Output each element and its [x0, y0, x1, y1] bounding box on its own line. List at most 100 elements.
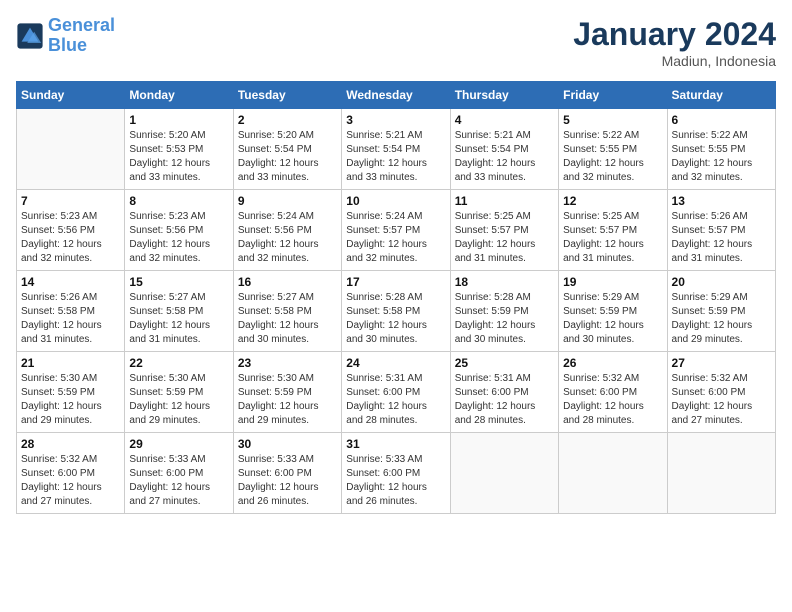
day-detail: Sunrise: 5:33 AM Sunset: 6:00 PM Dayligh… [346, 453, 445, 509]
day-detail: Sunrise: 5:26 AM Sunset: 5:58 PM Dayligh… [21, 291, 120, 347]
calendar-cell: 25Sunrise: 5:31 AM Sunset: 6:00 PM Dayli… [450, 352, 558, 433]
calendar-cell: 18Sunrise: 5:28 AM Sunset: 5:59 PM Dayli… [450, 271, 558, 352]
day-number: 24 [346, 356, 445, 370]
month-title: January 2024 [573, 16, 776, 53]
day-number: 4 [455, 113, 554, 127]
calendar-cell: 5 Sunrise: 5:22 AM Sunset: 5:55 PM Daylig… [559, 109, 667, 190]
day-number: 30 [238, 437, 337, 451]
calendar-cell: 7 Sunrise: 5:23 AM Sunset: 5:56 PM Daylig… [17, 190, 125, 271]
calendar-cell [667, 433, 775, 514]
day-header-tuesday: Tuesday [233, 82, 341, 109]
calendar-cell: 15 Sunrise: 5:27 AM Sunset: 5:58 PM Dayli… [125, 271, 233, 352]
calendar-cell: 22 Sunrise: 5:30 AM Sunset: 5:59 PM Dayli… [125, 352, 233, 433]
calendar-cell [559, 433, 667, 514]
day-number: 21 [21, 356, 120, 370]
calendar-cell: 17 Sunrise: 5:28 AM Sunset: 5:58 PM Dayli… [342, 271, 450, 352]
calendar-header-row: SundayMondayTuesdayWednesdayThursdayFrid… [17, 82, 776, 109]
day-detail: Sunrise: 5:20 AM Sunset: 5:54 PM Dayligh… [238, 129, 337, 185]
day-number: 5 [563, 113, 662, 127]
title-block: January 2024 Madiun, Indonesia [573, 16, 776, 69]
calendar-cell: 26 Sunrise: 5:32 AM Sunset: 6:00 PM Dayli… [559, 352, 667, 433]
day-detail: Sunrise: 5:22 AM Sunset: 5:55 PM Dayligh… [563, 129, 662, 185]
day-detail: Sunrise: 5:30 AM Sunset: 5:59 PM Dayligh… [238, 372, 337, 428]
day-detail: Sunrise: 5:32 AM Sunset: 6:00 PM Dayligh… [672, 372, 771, 428]
calendar-cell: 14 Sunrise: 5:26 AM Sunset: 5:58 PM Dayli… [17, 271, 125, 352]
day-header-thursday: Thursday [450, 82, 558, 109]
week-row-4: 21 Sunrise: 5:30 AM Sunset: 5:59 PM Dayli… [17, 352, 776, 433]
day-detail: Sunrise: 5:27 AM Sunset: 5:58 PM Dayligh… [129, 291, 228, 347]
day-detail: Sunrise: 5:22 AM Sunset: 5:55 PM Dayligh… [672, 129, 771, 185]
day-detail: Sunrise: 5:31 AM Sunset: 6:00 PM Dayligh… [346, 372, 445, 428]
day-detail: Sunrise: 5:33 AM Sunset: 6:00 PM Dayligh… [238, 453, 337, 509]
calendar-cell: 16 Sunrise: 5:27 AM Sunset: 5:58 PM Dayli… [233, 271, 341, 352]
day-number: 14 [21, 275, 120, 289]
day-number: 28 [21, 437, 120, 451]
page-header: General Blue January 2024 Madiun, Indone… [16, 16, 776, 69]
week-row-3: 14 Sunrise: 5:26 AM Sunset: 5:58 PM Dayli… [17, 271, 776, 352]
logo-text: General Blue [48, 16, 115, 56]
calendar-table: SundayMondayTuesdayWednesdayThursdayFrid… [16, 81, 776, 514]
calendar-cell: 20 Sunrise: 5:29 AM Sunset: 5:59 PM Dayli… [667, 271, 775, 352]
calendar-cell [450, 433, 558, 514]
day-detail: Sunrise: 5:23 AM Sunset: 5:56 PM Dayligh… [21, 210, 120, 266]
calendar-cell [17, 109, 125, 190]
day-detail: Sunrise: 5:23 AM Sunset: 5:56 PM Dayligh… [129, 210, 228, 266]
day-number: 17 [346, 275, 445, 289]
day-detail: Sunrise: 5:32 AM Sunset: 6:00 PM Dayligh… [21, 453, 120, 509]
day-number: 3 [346, 113, 445, 127]
logo-icon [16, 22, 44, 50]
day-number: 13 [672, 194, 771, 208]
day-detail: Sunrise: 5:24 AM Sunset: 5:56 PM Dayligh… [238, 210, 337, 266]
day-number: 7 [21, 194, 120, 208]
calendar-cell: 24 Sunrise: 5:31 AM Sunset: 6:00 PM Dayli… [342, 352, 450, 433]
day-number: 16 [238, 275, 337, 289]
day-detail: Sunrise: 5:33 AM Sunset: 6:00 PM Dayligh… [129, 453, 228, 509]
day-header-sunday: Sunday [17, 82, 125, 109]
day-header-wednesday: Wednesday [342, 82, 450, 109]
day-detail: Sunrise: 5:28 AM Sunset: 5:58 PM Dayligh… [346, 291, 445, 347]
day-detail: Sunrise: 5:24 AM Sunset: 5:57 PM Dayligh… [346, 210, 445, 266]
day-number: 11 [455, 194, 554, 208]
day-detail: Sunrise: 5:27 AM Sunset: 5:58 PM Dayligh… [238, 291, 337, 347]
day-number: 23 [238, 356, 337, 370]
calendar-cell: 23 Sunrise: 5:30 AM Sunset: 5:59 PM Dayli… [233, 352, 341, 433]
day-detail: Sunrise: 5:32 AM Sunset: 6:00 PM Dayligh… [563, 372, 662, 428]
calendar-cell: 13Sunrise: 5:26 AM Sunset: 5:57 PM Dayli… [667, 190, 775, 271]
calendar-cell: 27 Sunrise: 5:32 AM Sunset: 6:00 PM Dayli… [667, 352, 775, 433]
day-detail: Sunrise: 5:21 AM Sunset: 5:54 PM Dayligh… [455, 129, 554, 185]
day-detail: Sunrise: 5:29 AM Sunset: 5:59 PM Dayligh… [672, 291, 771, 347]
week-row-2: 7 Sunrise: 5:23 AM Sunset: 5:56 PM Daylig… [17, 190, 776, 271]
calendar-cell: 19Sunrise: 5:29 AM Sunset: 5:59 PM Dayli… [559, 271, 667, 352]
calendar-cell: 31Sunrise: 5:33 AM Sunset: 6:00 PM Dayli… [342, 433, 450, 514]
calendar-cell: 12 Sunrise: 5:25 AM Sunset: 5:57 PM Dayli… [559, 190, 667, 271]
day-number: 22 [129, 356, 228, 370]
day-number: 6 [672, 113, 771, 127]
day-header-saturday: Saturday [667, 82, 775, 109]
day-number: 1 [129, 113, 228, 127]
calendar-cell: 10Sunrise: 5:24 AM Sunset: 5:57 PM Dayli… [342, 190, 450, 271]
calendar-cell: 29Sunrise: 5:33 AM Sunset: 6:00 PM Dayli… [125, 433, 233, 514]
day-number: 2 [238, 113, 337, 127]
day-detail: Sunrise: 5:21 AM Sunset: 5:54 PM Dayligh… [346, 129, 445, 185]
day-detail: Sunrise: 5:30 AM Sunset: 5:59 PM Dayligh… [129, 372, 228, 428]
day-number: 26 [563, 356, 662, 370]
week-row-5: 28 Sunrise: 5:32 AM Sunset: 6:00 PM Dayli… [17, 433, 776, 514]
calendar-cell: 30 Sunrise: 5:33 AM Sunset: 6:00 PM Dayli… [233, 433, 341, 514]
day-number: 27 [672, 356, 771, 370]
day-detail: Sunrise: 5:28 AM Sunset: 5:59 PM Dayligh… [455, 291, 554, 347]
calendar-cell: 2 Sunrise: 5:20 AM Sunset: 5:54 PM Daylig… [233, 109, 341, 190]
calendar-cell: 6 Sunrise: 5:22 AM Sunset: 5:55 PM Daylig… [667, 109, 775, 190]
day-number: 20 [672, 275, 771, 289]
day-header-monday: Monday [125, 82, 233, 109]
day-detail: Sunrise: 5:30 AM Sunset: 5:59 PM Dayligh… [21, 372, 120, 428]
day-number: 25 [455, 356, 554, 370]
day-number: 12 [563, 194, 662, 208]
calendar-cell: 9 Sunrise: 5:24 AM Sunset: 5:56 PM Daylig… [233, 190, 341, 271]
calendar-cell: 28 Sunrise: 5:32 AM Sunset: 6:00 PM Dayli… [17, 433, 125, 514]
day-number: 15 [129, 275, 228, 289]
location: Madiun, Indonesia [573, 53, 776, 69]
calendar-cell: 4 Sunrise: 5:21 AM Sunset: 5:54 PM Daylig… [450, 109, 558, 190]
day-header-friday: Friday [559, 82, 667, 109]
day-number: 9 [238, 194, 337, 208]
day-detail: Sunrise: 5:25 AM Sunset: 5:57 PM Dayligh… [563, 210, 662, 266]
